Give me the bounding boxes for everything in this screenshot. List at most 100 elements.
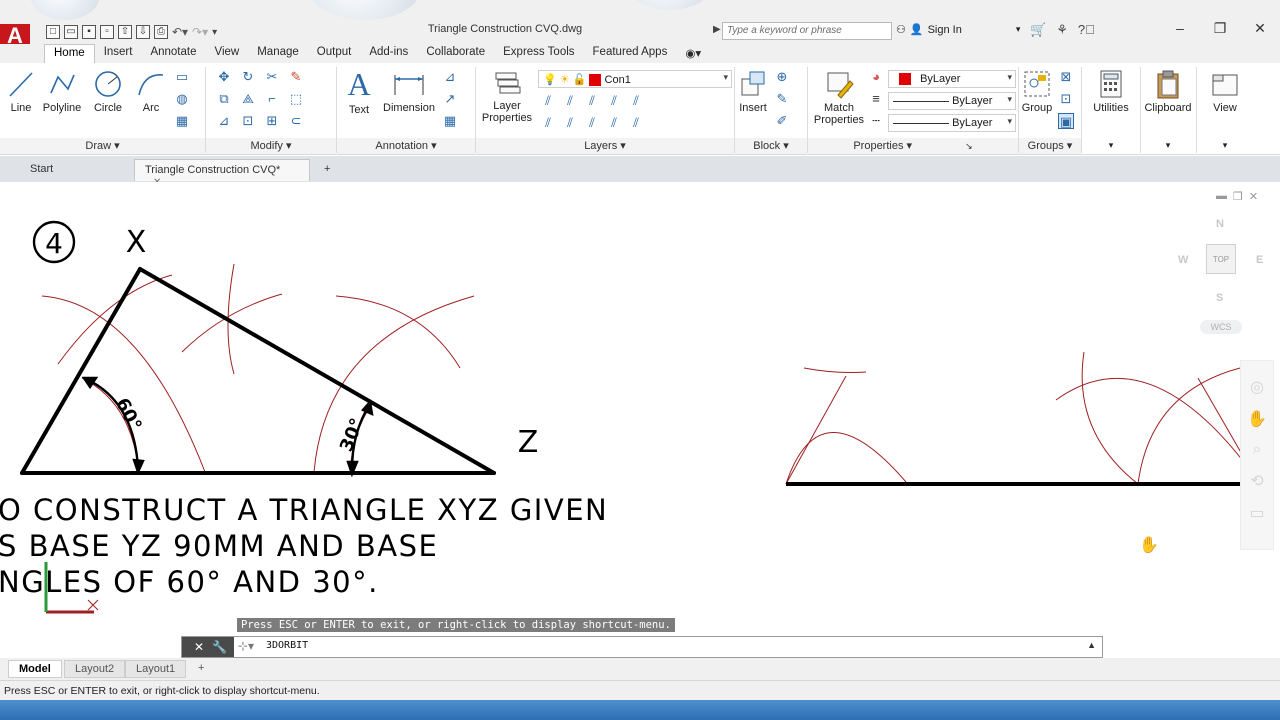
command-input[interactable]: 3DORBIT (266, 640, 308, 651)
sign-in-button[interactable]: ⚇ 👤 Sign In ▾ (896, 23, 1020, 37)
compass-east[interactable]: E (1256, 254, 1263, 266)
command-line[interactable]: ✕ 🔧 ⊹▾ 3DORBIT ▲ (181, 636, 1103, 658)
help-icon[interactable]: ?⃝ (1078, 22, 1095, 38)
chevron-down-icon[interactable]: ▾ (1200, 140, 1250, 151)
search-expand-icon[interactable]: ▶ (713, 24, 721, 35)
drawing-canvas[interactable]: 4 X Z 60° 30° O CONSTRUCT A TRIANGLE XYZ… (0, 182, 1280, 658)
layer-tool-icon[interactable]: ⫽ (562, 93, 578, 109)
compass-south[interactable]: S (1216, 292, 1223, 304)
a360-icon[interactable]: ⚘ (1056, 22, 1068, 38)
rotate-icon[interactable]: ↻ (240, 69, 256, 85)
pan-icon[interactable]: ✋ (1241, 409, 1273, 429)
minimize-button[interactable]: – (1160, 20, 1200, 37)
search-input[interactable]: Type a keyword or phrase (722, 22, 892, 40)
hatch-icon[interactable]: ◍ (174, 91, 190, 107)
viewcube-top-face[interactable]: TOP (1206, 244, 1236, 274)
file-tab-start[interactable]: Start (20, 159, 63, 181)
tab-layout1[interactable]: Layout1 (125, 660, 187, 678)
tab-express-tools[interactable]: Express Tools (494, 44, 583, 63)
layer-tool-icon[interactable]: ⫽ (628, 93, 644, 109)
draw-panel-label[interactable]: Draw ▾ (0, 138, 205, 154)
leader-icon[interactable]: ⊿ (442, 69, 458, 85)
erase-icon[interactable]: ✎ (288, 69, 304, 85)
tab-insert[interactable]: Insert (95, 44, 142, 63)
tab-featured-apps[interactable]: Featured Apps (584, 44, 677, 63)
compass-west[interactable]: W (1178, 254, 1188, 266)
dimension-tool[interactable]: Dimension (380, 69, 438, 114)
chevron-down-icon[interactable]: ▾ (1142, 140, 1194, 151)
steering-wheel-icon[interactable]: ◎ (1241, 377, 1273, 397)
orbit-icon[interactable]: ⟲ (1241, 471, 1273, 491)
layer-tool-icon[interactable]: ⫽ (606, 115, 622, 131)
match-properties-button[interactable]: Match Properties (810, 69, 868, 126)
tab-output[interactable]: Output (308, 44, 361, 63)
arc-tool[interactable]: Arc (134, 69, 168, 114)
line-tool[interactable]: Line (6, 69, 36, 114)
print-icon[interactable]: ⎙ (154, 25, 168, 39)
tab-home[interactable]: Home (44, 44, 95, 63)
layer-dropdown[interactable]: 💡 ☀ 🔓 Con1 ▾ (538, 70, 732, 88)
web-mobile-icon[interactable]: ⇧ (118, 25, 132, 39)
chevron-down-icon[interactable]: ▾ (1088, 140, 1134, 151)
group-select-icon[interactable]: ▣ (1058, 113, 1074, 129)
group-button[interactable]: Group (1020, 69, 1054, 114)
color-wheel-icon[interactable]: ◕ (868, 69, 884, 85)
mirror-icon[interactable]: ⟁ (240, 91, 256, 107)
wcs-menu[interactable]: WCS (1200, 320, 1242, 334)
zoom-icon[interactable]: ⌕ (1241, 441, 1273, 459)
explode-icon[interactable]: ⬚ (288, 91, 304, 107)
edit-block-icon[interactable]: ✎ (774, 91, 790, 107)
multileader-icon[interactable]: ↗ (442, 91, 458, 107)
viewcube[interactable]: N W E S TOP WCS (1170, 218, 1270, 338)
create-block-icon[interactable]: ⊕ (774, 69, 790, 85)
modify-panel-label[interactable]: Modify ▾ (206, 138, 336, 154)
save-icon[interactable]: ▪ (82, 25, 96, 39)
rectangle-icon[interactable]: ▭ (174, 69, 190, 85)
tab-model[interactable]: Model (8, 660, 62, 678)
save-as-icon[interactable]: ▫ (100, 25, 114, 39)
open-folder-icon[interactable]: ▭ (64, 25, 78, 39)
groups-panel-label[interactable]: Groups ▾ (1019, 138, 1081, 154)
tab-add-ins[interactable]: Add-ins (360, 44, 417, 63)
table-icon[interactable]: ▦ (174, 113, 190, 129)
group-edit-icon[interactable]: ⊡ (1058, 91, 1074, 107)
command-history-icon[interactable]: ▲ (1087, 640, 1096, 650)
lineweight-dropdown[interactable]: ByLayer ▾ (888, 92, 1016, 110)
layer-tool-icon[interactable]: ⫽ (584, 93, 600, 109)
block-panel-label[interactable]: Block ▾ (735, 138, 807, 154)
command-prompt-icon[interactable]: ⊹▾ (238, 639, 254, 653)
new-tab-icon[interactable]: + (314, 159, 340, 181)
new-file-icon[interactable]: □ (46, 25, 60, 39)
utilities-button[interactable]: Utilities ▾ (1088, 69, 1134, 151)
undo-icon[interactable]: ↶▾ (172, 25, 188, 39)
viewport-minimize-icon[interactable]: ▬ (1216, 190, 1227, 203)
color-dropdown[interactable]: ByLayer ▾ (888, 70, 1016, 88)
layers-panel-label[interactable]: Layers ▾ (476, 138, 734, 154)
viewport-close-icon[interactable]: ✕ (1249, 190, 1258, 203)
layer-tool-icon[interactable]: ⫽ (540, 93, 556, 109)
linetype-icon[interactable]: ┄ (868, 113, 884, 129)
add-layout-icon[interactable]: + (188, 660, 214, 678)
trim-icon[interactable]: ✂ (264, 69, 280, 85)
layer-tool-icon[interactable]: ⫽ (540, 115, 556, 131)
file-tab-current[interactable]: Triangle Construction CVQ* ✕ (134, 159, 310, 188)
showmotion-icon[interactable]: ▭ (1241, 503, 1273, 523)
attribute-icon[interactable]: ✐ (774, 113, 790, 129)
linetype-dropdown[interactable]: ByLayer ▾ (888, 114, 1016, 132)
polyline-tool[interactable]: Polyline (40, 69, 84, 114)
annotation-table-icon[interactable]: ▦ (442, 113, 458, 129)
lineweight-icon[interactable]: ≡ (868, 91, 884, 107)
layer-tool-icon[interactable]: ⫽ (606, 93, 622, 109)
scale-icon[interactable]: ⊡ (240, 113, 256, 129)
restore-button[interactable]: ❐ (1200, 20, 1240, 37)
stretch-icon[interactable]: ⊿ (216, 113, 232, 129)
ribbon-minimize-icon[interactable]: ◉▾ (676, 44, 710, 63)
customize-wrench-icon[interactable]: 🔧 (212, 640, 227, 654)
layer-tool-icon[interactable]: ⫽ (584, 115, 600, 131)
layer-properties-button[interactable]: Layer Properties (478, 69, 536, 124)
view-button[interactable]: View ▾ (1200, 69, 1250, 151)
layer-tool-icon[interactable]: ⫽ (562, 115, 578, 131)
text-tool[interactable]: A Text (342, 67, 376, 116)
copy-icon[interactable]: ⧉ (216, 91, 232, 107)
properties-panel-label[interactable]: Properties ▾ ↘ (808, 138, 1018, 154)
